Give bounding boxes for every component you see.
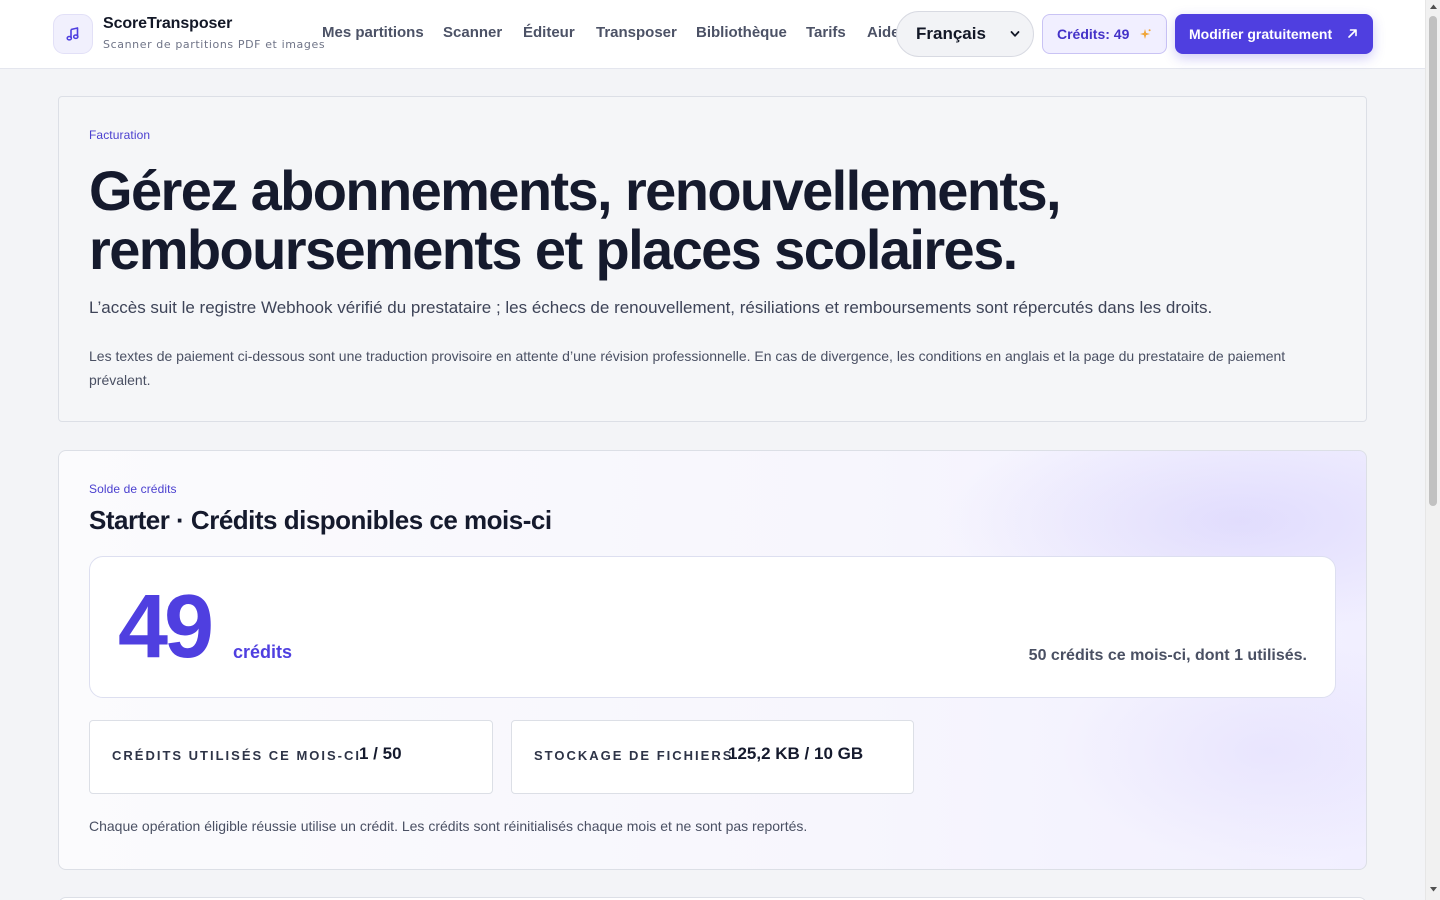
page-title: Gérez abonnements, renouvellements, remb… [89, 161, 1289, 279]
credit-usage-summary: 50 crédits ce mois-ci, dont 1 utilisés. [1028, 647, 1307, 664]
page-title-line-2: remboursements et places scolaires. [89, 218, 1018, 281]
nav-link-scanner[interactable]: Scanner [443, 24, 502, 41]
stat-credits-used-value: 1 / 50 [359, 744, 402, 763]
page-scrollbar[interactable] [1425, 0, 1440, 900]
nav-link-editeur[interactable]: Éditeur [523, 24, 575, 41]
credits-footnote: Chaque opération éligible réussie utilis… [89, 818, 808, 834]
credits-balance-label: Crédits: 49 [1057, 26, 1130, 42]
stat-file-storage-label: STOCKAGE DE FICHIERS [534, 748, 734, 763]
edit-free-button-label: Modifier gratuitement [1189, 26, 1333, 42]
nav-link-bibliotheque[interactable]: Bibliothèque [696, 24, 787, 41]
credit-balance-unit: crédits [233, 642, 293, 662]
brand-logo[interactable] [53, 14, 93, 54]
credit-balance-value: 49 [118, 577, 214, 677]
credit-balance-panel: 49 crédits 50 crédits ce mois-ci, dont 1… [89, 556, 1336, 698]
nav-link-aide[interactable]: Aide [867, 24, 900, 41]
edit-free-button[interactable]: Modifier gratuitement [1175, 14, 1373, 54]
brand-name[interactable]: ScoreTransposer [103, 15, 232, 33]
stat-credits-used: CRÉDITS UTILISÉS CE MOIS-CI 1 / 50 [89, 720, 493, 794]
scroll-up-arrow-icon[interactable] [1430, 4, 1437, 10]
scrollbar-thumb[interactable] [1429, 16, 1437, 506]
stat-file-storage-value: 125,2 KB / 10 GB [728, 744, 864, 763]
chevron-down-icon [1010, 31, 1020, 37]
credits-eyebrow: Solde de crédits [89, 482, 177, 496]
scroll-down-arrow-icon[interactable] [1430, 886, 1437, 892]
nav-link-tarifs[interactable]: Tarifs [806, 24, 846, 41]
stat-credits-used-label: CRÉDITS UTILISÉS CE MOIS-CI [112, 748, 362, 763]
billing-intro-card: Facturation Gérez abonnements, renouvell… [58, 96, 1367, 422]
top-navigation-bar: ScoreTransposer Scanner de partitions PD… [0, 0, 1425, 69]
credits-plan-title: Starter · Crédits disponibles ce mois-ci [89, 505, 552, 535]
page-title-line-1: Gérez abonnements, renouvellements, [89, 159, 1062, 222]
brand-tagline: Scanner de partitions PDF et images [103, 38, 326, 51]
credit-balance-card: Solde de crédits Starter · Crédits dispo… [58, 450, 1367, 870]
billing-eyebrow: Facturation [89, 128, 151, 142]
nav-link-transposer[interactable]: Transposer [596, 24, 677, 41]
nav-link-mes-partitions[interactable]: Mes partitions [322, 24, 424, 41]
credits-balance-button[interactable]: Crédits: 49 [1042, 14, 1167, 54]
language-select[interactable]: Français [896, 11, 1034, 57]
billing-subtitle: L’accès suit le registre Webhook vérifié… [89, 298, 1213, 317]
arrow-up-right-icon [1348, 29, 1357, 38]
language-select-value: Français [916, 24, 986, 43]
stat-file-storage: STOCKAGE DE FICHIERS 125,2 KB / 10 GB [511, 720, 914, 794]
sparkle-icon [1140, 29, 1151, 39]
music-note-icon [66, 27, 79, 41]
translation-disclaimer: Les textes de paiement ci-dessous sont u… [89, 348, 1286, 388]
